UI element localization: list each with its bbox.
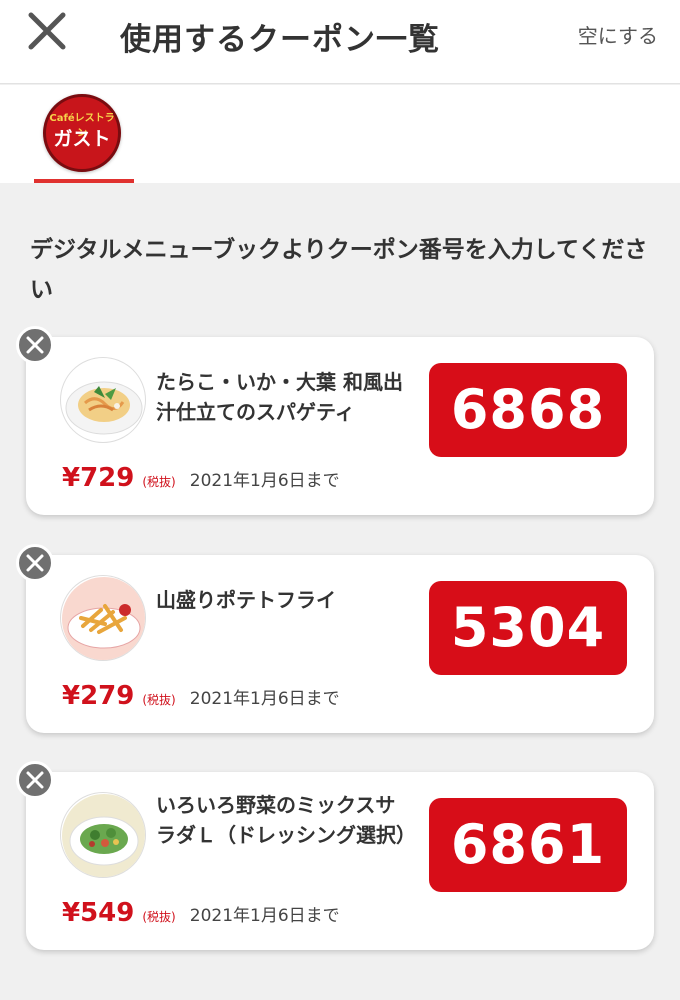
- header-bar: 使用するクーポン一覧 空にする: [0, 0, 680, 84]
- expiry-date: 2021年1月6日まで: [189, 471, 340, 491]
- coupon-price: ¥279: [62, 681, 135, 711]
- coupon-item-name: たらこ・いか・大葉 和風出汁仕立てのスパゲティ: [156, 370, 403, 424]
- expiry-date: 2021年1月6日まで: [189, 906, 340, 926]
- close-icon: [26, 336, 44, 354]
- remove-coupon-button[interactable]: [16, 761, 54, 799]
- page-title: 使用するクーポン一覧: [120, 22, 440, 58]
- close-icon: [26, 554, 44, 572]
- gusto-logo: Caféレストラン ガスト: [43, 94, 121, 172]
- food-image-fries: [60, 575, 146, 661]
- coupon-item-name: いろいろ野菜のミックスサラダＬ（ドレッシング選択）: [156, 793, 416, 847]
- coupon-card: 山盛りポテトフライ ¥279 (税抜) 2021年1月6日まで 5304: [16, 544, 654, 733]
- instruction-text: デジタルメニューブックよりクーポン番号を入力してください: [30, 237, 648, 303]
- coupon-item-name: 山盛りポテトフライ: [156, 588, 336, 612]
- close-icon: [28, 12, 66, 50]
- logo-text: ガスト: [53, 128, 111, 150]
- coupon-card: たらこ・いか・大葉 和風出汁仕立てのスパゲティ ¥729 (税抜) 2021年1…: [16, 326, 654, 515]
- tax-note: (税抜): [142, 475, 176, 489]
- clear-button[interactable]: 空にする: [578, 20, 658, 49]
- coupon-code: 6868: [429, 363, 627, 457]
- price-row: ¥279 (税抜) 2021年1月6日まで: [62, 681, 340, 711]
- price-row: ¥729 (税抜) 2021年1月6日まで: [62, 463, 340, 493]
- close-icon: [26, 771, 44, 789]
- food-image-salad: [60, 792, 146, 878]
- brand-tab-bar: Caféレストラン ガスト: [0, 85, 680, 183]
- remove-coupon-button[interactable]: [16, 544, 54, 582]
- coupon-price: ¥549: [62, 898, 135, 928]
- expiry-date: 2021年1月6日まで: [189, 689, 340, 709]
- tax-note: (税抜): [142, 693, 176, 707]
- close-button[interactable]: [22, 6, 72, 56]
- remove-coupon-button[interactable]: [16, 326, 54, 364]
- tab-gusto[interactable]: Caféレストラン ガスト: [34, 85, 134, 183]
- food-image-spaghetti: [60, 357, 146, 443]
- coupon-price: ¥729: [62, 463, 135, 493]
- coupon-code: 6861: [429, 798, 627, 892]
- active-tab-indicator: [34, 179, 134, 183]
- price-row: ¥549 (税抜) 2021年1月6日まで: [62, 898, 340, 928]
- tax-note: (税抜): [142, 910, 176, 924]
- coupon-code: 5304: [429, 581, 627, 675]
- coupon-card: いろいろ野菜のミックスサラダＬ（ドレッシング選択） ¥549 (税抜) 2021…: [16, 761, 654, 950]
